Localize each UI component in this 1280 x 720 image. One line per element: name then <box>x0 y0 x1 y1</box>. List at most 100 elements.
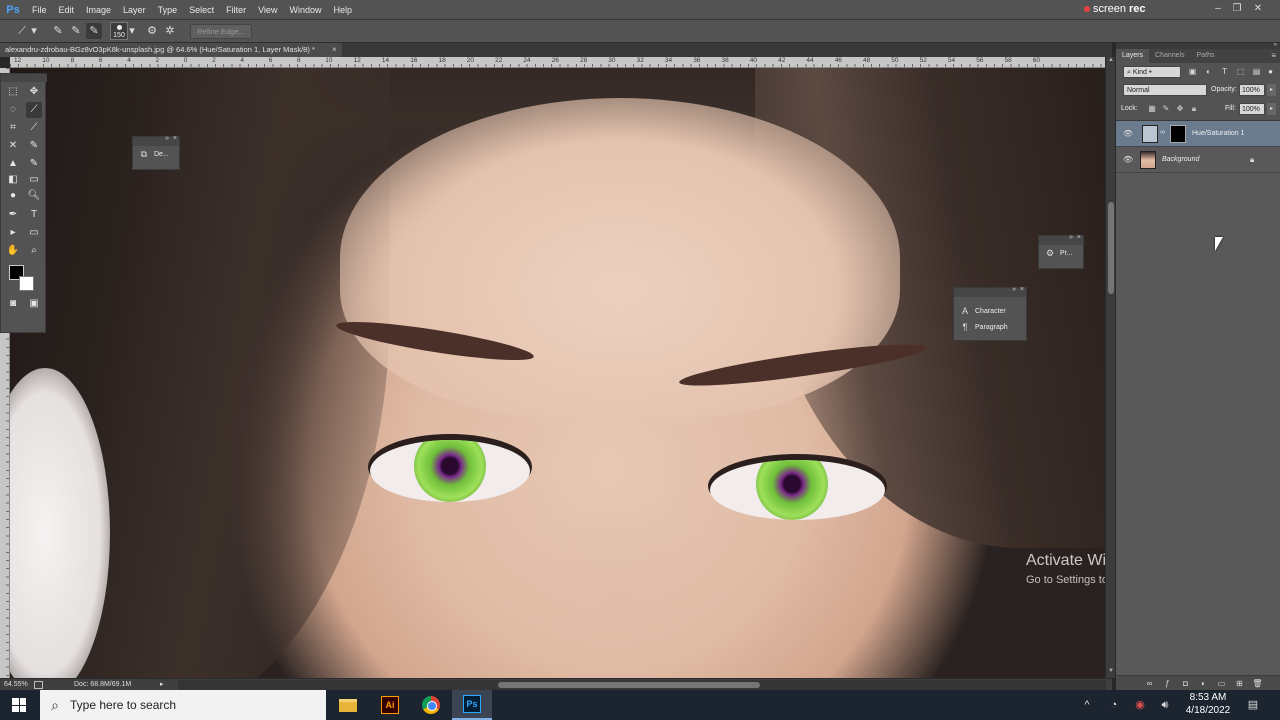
chain-link-icon[interactable]: ∞ <box>1160 129 1165 136</box>
gradient-tool-icon[interactable]: ▭ <box>26 172 42 188</box>
eraser-tool-icon[interactable]: ◧ <box>5 172 21 188</box>
lock-all-icon[interactable]: 🔒︎ <box>1189 103 1199 115</box>
show-hidden-icons-icon[interactable]: ^ <box>1080 698 1094 712</box>
lock-image-icon[interactable]: ✎ <box>1161 103 1171 115</box>
tab-paths[interactable]: Paths <box>1191 49 1221 63</box>
brush-tool-icon[interactable]: ✎ <box>26 138 42 154</box>
delete-layer-icon[interactable]: 🗑︎ <box>1252 678 1263 689</box>
filter-type-icon[interactable]: T <box>1219 66 1230 77</box>
close-icon[interactable]: × <box>1020 286 1024 293</box>
menu-select[interactable]: Select <box>183 0 220 20</box>
document-tab-close-icon[interactable]: × <box>332 43 337 57</box>
taskbar-search-box[interactable]: ⌕ Type here to search <box>40 690 326 720</box>
refine-edge-button[interactable]: Refine Edge... <box>190 24 252 39</box>
quick-mask-icon[interactable]: ◙ <box>5 296 21 312</box>
new-group-icon[interactable]: ▭ <box>1216 678 1227 689</box>
opacity-input[interactable]: 100% <box>1239 84 1265 96</box>
visibility-eye-icon[interactable]: 👁︎ <box>1122 155 1134 165</box>
taskbar-clock[interactable]: 8:53 AM 4/18/2022 <box>1180 692 1236 716</box>
blend-mode-select[interactable]: Normal <box>1123 84 1207 96</box>
properties-button[interactable]: ⚙ Pr... <box>1039 245 1083 261</box>
export-icon[interactable] <box>34 681 43 689</box>
blur-tool-icon[interactable]: ● <box>5 188 21 204</box>
fill-dropdown-icon[interactable]: ▸ <box>1267 103 1276 115</box>
vertical-scroll-thumb[interactable] <box>1108 202 1114 294</box>
filter-pixel-icon[interactable]: ▣ <box>1187 66 1198 77</box>
marquee-tool-icon[interactable]: ⬚ <box>5 84 21 100</box>
link-layers-icon[interactable]: ∞ <box>1144 678 1155 689</box>
layer-mask-thumbnail[interactable] <box>1170 125 1186 143</box>
menu-type[interactable]: Type <box>152 0 184 20</box>
history-brush-tool-icon[interactable]: ✎ <box>26 156 42 172</box>
mini-panel-header[interactable]: » × <box>1039 234 1083 245</box>
filter-adjustment-icon[interactable]: ◐ <box>1203 66 1214 77</box>
dodge-tool-icon[interactable]: 🔍︎ <box>26 188 42 204</box>
mini-panel-header[interactable]: » × <box>133 135 179 146</box>
toolbox-grip[interactable] <box>1 74 47 82</box>
new-selection-icon[interactable]: ✎ <box>50 23 66 39</box>
minimize-button[interactable]: – <box>1210 2 1226 16</box>
rectangle-tool-icon[interactable]: ▭ <box>26 225 42 241</box>
background-color-swatch[interactable] <box>19 276 34 291</box>
layer-row-background[interactable]: 👁︎ Background 🔒︎ <box>1116 147 1280 173</box>
opacity-dropdown-icon[interactable]: ▸ <box>1267 84 1276 96</box>
hand-tool-icon[interactable]: ✋ <box>5 243 21 259</box>
expand-icon[interactable]: » <box>165 135 169 142</box>
menu-window[interactable]: Window <box>283 0 327 20</box>
expand-icon[interactable]: » <box>1012 286 1016 293</box>
tab-layers[interactable]: Layers <box>1116 49 1150 63</box>
illustrator-button[interactable]: Ai <box>370 690 410 720</box>
menu-layer[interactable]: Layer <box>117 0 152 20</box>
filter-toggle-icon[interactable]: ● <box>1265 66 1276 77</box>
horizontal-scroll-thumb[interactable] <box>498 682 760 688</box>
menu-help[interactable]: Help <box>327 0 358 20</box>
screen-mode-icon[interactable]: ▣ <box>26 296 42 312</box>
quick-selection-tool-icon[interactable]: ⟋ <box>14 23 30 39</box>
lock-position-icon[interactable]: ✥ <box>1175 103 1185 115</box>
wifi-icon[interactable]: ◔ <box>1107 698 1121 712</box>
photoshop-button[interactable]: Ps <box>452 690 492 720</box>
add-mask-icon[interactable]: ◘ <box>1180 678 1191 689</box>
move-tool-icon[interactable]: ✥ <box>26 84 42 100</box>
collapse-icon[interactable]: » <box>1274 42 1277 48</box>
zoom-tool-icon[interactable]: ⌕ <box>26 243 42 259</box>
new-adjustment-icon[interactable]: ◐ <box>1198 678 1209 689</box>
clone-stamp-tool-icon[interactable]: ▲ <box>5 156 21 172</box>
expand-icon[interactable]: » <box>1069 234 1073 241</box>
character-button[interactable]: A Character <box>954 303 1026 319</box>
crop-tool-icon[interactable]: ⌗ <box>5 120 21 136</box>
document-tab[interactable]: alexandru-zdrobau-BGz8vO3pK8k-unsplash.j… <box>0 43 342 57</box>
start-button[interactable] <box>0 690 38 720</box>
menu-image[interactable]: Image <box>80 0 117 20</box>
vertical-scrollbar[interactable]: ▲ ▼ <box>1105 57 1115 678</box>
chrome-button[interactable] <box>411 690 451 720</box>
filter-shape-icon[interactable]: ⬚ <box>1235 66 1246 77</box>
lasso-tool-icon[interactable]: ◌ <box>5 102 21 118</box>
sample-all-layers-icon[interactable]: ⚙ <box>144 23 160 39</box>
filter-smart-object-icon[interactable]: ▤ <box>1251 66 1262 77</box>
pen-tool-icon[interactable]: ✒ <box>5 207 21 223</box>
volume-icon[interactable]: 🔊︎ <box>1158 698 1172 712</box>
layer-style-icon[interactable]: ƒ <box>1162 678 1173 689</box>
tool-preset-dropdown-icon[interactable]: ▾ <box>30 23 38 39</box>
close-icon[interactable]: × <box>173 135 177 142</box>
subtract-from-selection-icon[interactable]: ✎ <box>86 23 102 39</box>
add-to-selection-icon[interactable]: ✎ <box>68 23 84 39</box>
brush-dropdown-icon[interactable]: ▾ <box>128 23 136 39</box>
auto-enhance-icon[interactable]: ✲ <box>162 23 178 39</box>
filter-kind-select[interactable]: ⌕ Kind ▾ <box>1123 66 1181 78</box>
close-icon[interactable]: × <box>1077 234 1081 241</box>
panel-menu-icon[interactable]: ≡ <box>1271 49 1276 63</box>
horizontal-scrollbar[interactable] <box>178 680 1106 690</box>
horizontal-ruler[interactable]: 12 10 8 6 4 2 0 2 4 6 8 10 12 14 16 18 20 22 24 26 28 30 32 34 3… <box>10 57 1105 68</box>
fill-input[interactable]: 100% <box>1239 103 1265 115</box>
menu-filter[interactable]: Filter <box>220 0 252 20</box>
visibility-eye-icon[interactable]: 👁︎ <box>1122 129 1134 139</box>
brush-size-picker[interactable]: 150 <box>110 22 128 40</box>
eyedropper-tool-icon[interactable]: ⟋ <box>26 120 42 136</box>
tab-channels[interactable]: Channels <box>1149 49 1191 63</box>
file-explorer-button[interactable] <box>328 690 368 720</box>
paragraph-button[interactable]: ¶ Paragraph <box>954 319 1026 335</box>
lock-transparent-icon[interactable]: ▦ <box>1147 103 1157 115</box>
device-preview-button[interactable]: ⧉ De... <box>133 146 179 162</box>
